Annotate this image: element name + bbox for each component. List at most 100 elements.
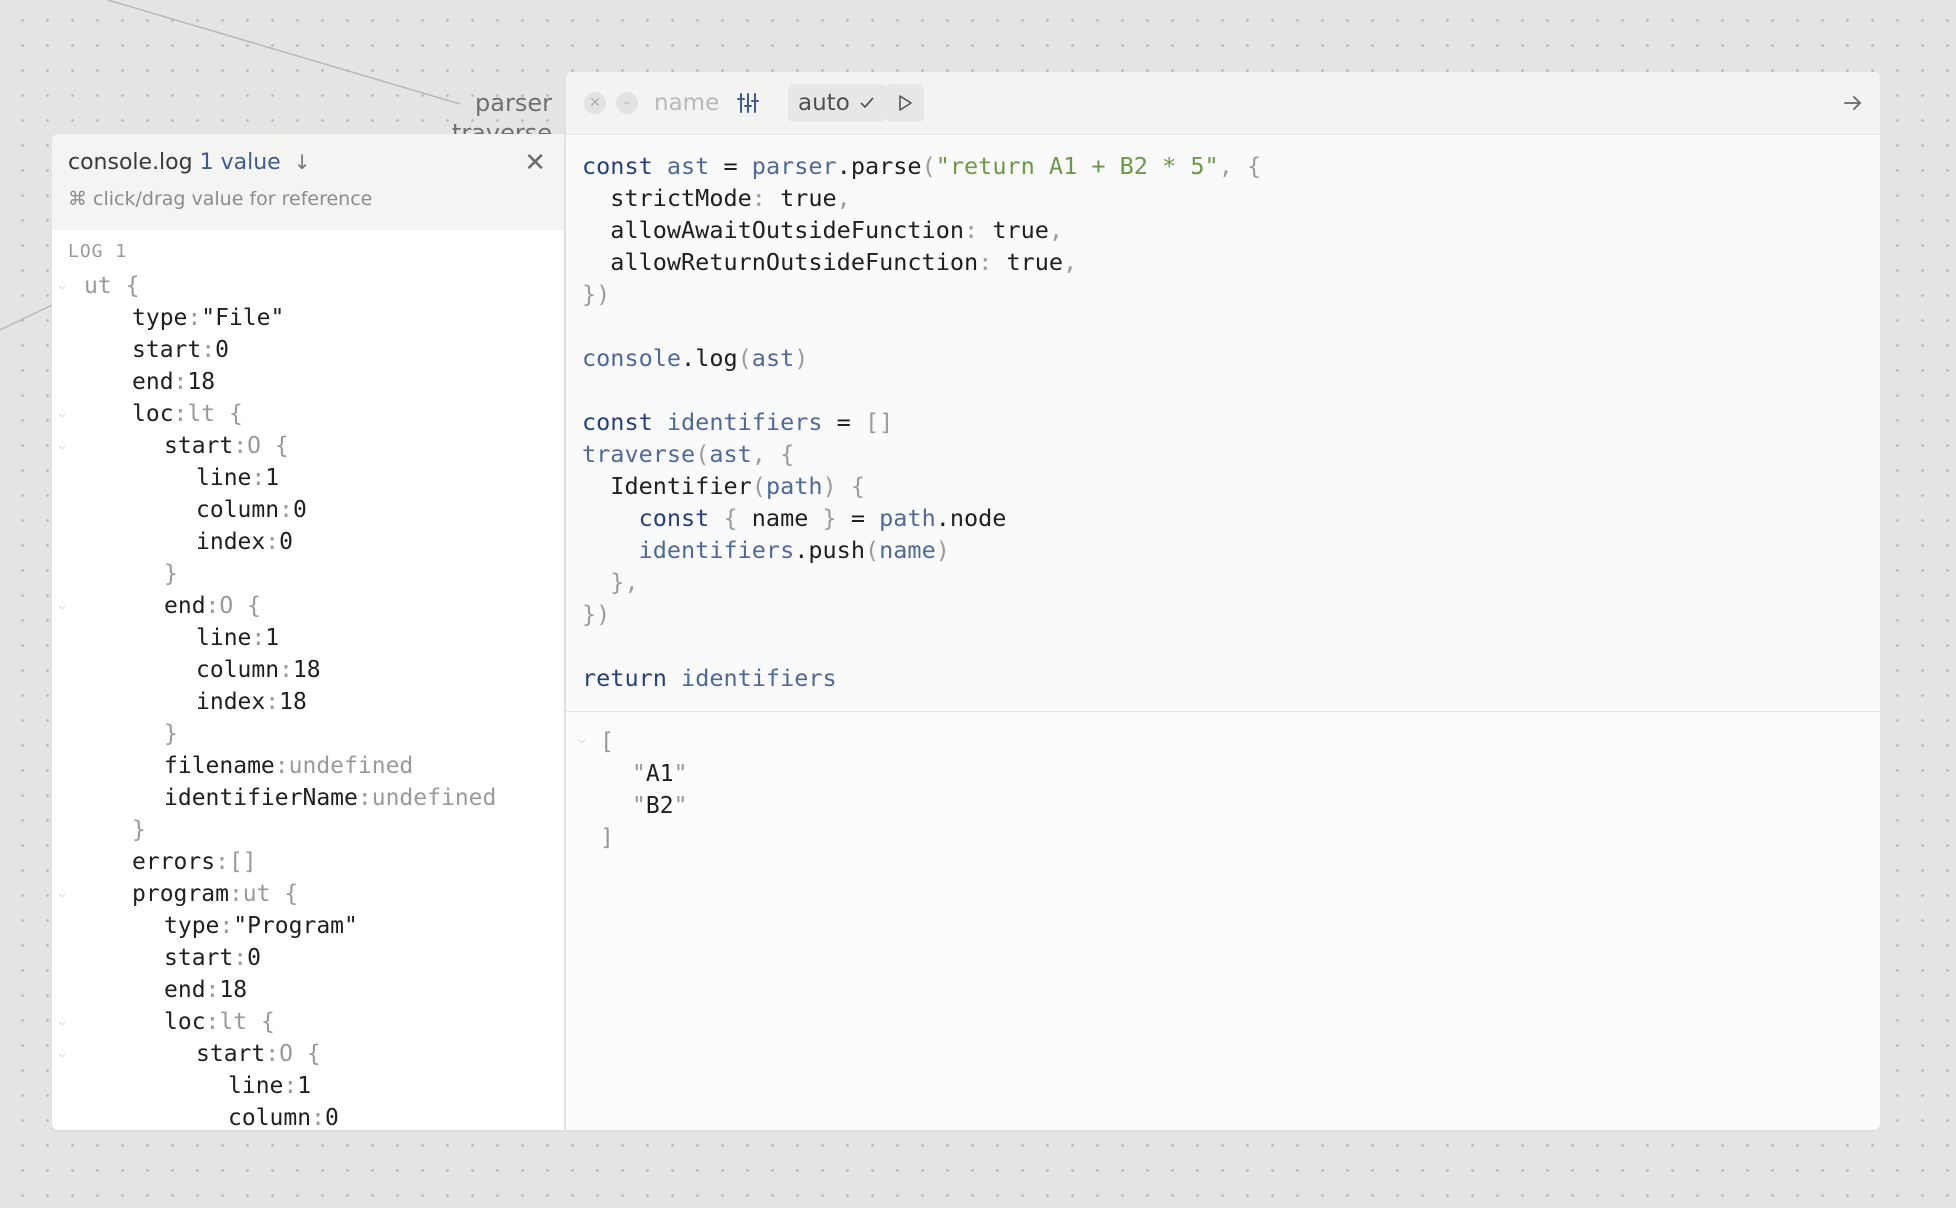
minimize-node-button[interactable]: –	[616, 72, 638, 134]
tree-key: column	[228, 1105, 312, 1130]
brace: }	[132, 817, 146, 843]
settings-button[interactable]	[736, 72, 760, 134]
console-title-text: console.log	[68, 150, 193, 175]
code-token: "return A1 + B2 * 5"	[935, 152, 1219, 180]
code-line: })	[582, 278, 610, 310]
code-line: Identifier(path) {	[582, 470, 865, 502]
code-token: , {	[1218, 152, 1262, 180]
collapse-toggle-icon[interactable]: ⌵	[58, 1038, 66, 1070]
tree-row[interactable]: type:"File"	[132, 302, 284, 334]
tree-key: end	[132, 369, 174, 395]
tree-number-value: 1	[265, 465, 280, 491]
arrow-down-icon[interactable]: ↓	[294, 150, 311, 174]
code-token: console	[582, 344, 682, 372]
tree-row[interactable]: errors:[]	[132, 846, 257, 878]
tree-row[interactable]: index:0	[196, 526, 293, 558]
tree-key: index	[196, 689, 266, 715]
colon: :	[205, 977, 220, 1003]
tree-row[interactable]: program:ut {	[132, 878, 298, 910]
tree-row[interactable]: identifierName:undefined	[164, 782, 496, 814]
code-token: },	[582, 568, 639, 596]
tree-row[interactable]: start:0	[132, 334, 229, 366]
tree-row[interactable]: line:1	[196, 622, 279, 654]
colon: :	[215, 849, 229, 875]
code-line: allowAwaitOutsideFunction: true,	[582, 214, 1063, 246]
tree-key: column	[196, 497, 280, 523]
tree-key: end	[164, 593, 206, 619]
colon: :	[233, 945, 248, 971]
tree-row[interactable]: ut {	[84, 270, 139, 302]
colon: :	[279, 657, 293, 683]
name-input[interactable]: name	[654, 72, 719, 134]
code-token: return	[582, 664, 682, 692]
code-token: allowAwaitOutsideFunction	[582, 216, 965, 244]
tree-row[interactable]: line:1	[228, 1070, 311, 1102]
collapse-toggle-icon[interactable]: ⌵	[578, 732, 586, 747]
tree-number-value: 0	[215, 337, 229, 363]
brace: {	[247, 593, 261, 619]
tree-row[interactable]: loc:lt {	[132, 398, 243, 430]
tree-key: column	[196, 657, 280, 683]
tree-row[interactable]: start:O {	[164, 430, 289, 462]
tree-number-value: 1	[265, 625, 280, 651]
close-icon[interactable]: ✕	[524, 150, 546, 176]
code-token: (	[751, 472, 766, 500]
tree-row[interactable]: start:0	[164, 942, 261, 974]
array-close: ]	[600, 825, 614, 851]
colon: :	[173, 369, 188, 395]
close-node-button[interactable]: ✕	[584, 72, 606, 134]
tree-type-name: lt	[187, 401, 216, 427]
tree-number-value: 1	[297, 1073, 312, 1099]
collapse-toggle-icon[interactable]: ⌵	[58, 590, 66, 622]
collapse-toggle-icon[interactable]: ⌵	[58, 398, 66, 430]
code-token: name	[751, 504, 809, 532]
code-token: }	[808, 504, 837, 532]
code-token: true	[992, 216, 1049, 244]
collapse-toggle-icon[interactable]: ⌵	[58, 430, 66, 462]
collapse-toggle-icon[interactable]: ⌵	[58, 270, 66, 302]
tree-key: line	[196, 625, 252, 651]
code-line: })	[582, 598, 610, 630]
tree-row[interactable]: column:0	[196, 494, 307, 526]
auto-run-button[interactable]: auto	[788, 84, 886, 122]
colon: :	[201, 337, 216, 363]
array-item[interactable]: "A1"	[632, 758, 687, 790]
tree-row[interactable]: end:18	[164, 974, 247, 1006]
tree-key: start	[164, 945, 234, 971]
tree-key: loc	[164, 1009, 206, 1035]
expand-button[interactable]	[1842, 72, 1864, 134]
code-line: console.log(ast)	[582, 342, 808, 374]
code-token: []	[864, 408, 894, 436]
code-line: identifiers.push(name)	[582, 534, 950, 566]
colon: :	[251, 625, 266, 651]
collapse-toggle-icon[interactable]: ⌵	[58, 1006, 66, 1038]
check-icon	[860, 97, 874, 109]
tree-row[interactable]: end:18	[132, 366, 215, 398]
code-token: true	[1006, 248, 1064, 276]
tree-row[interactable]: index:18	[196, 686, 307, 718]
code-token: ,	[1063, 248, 1078, 276]
tree-closing-brace: }	[164, 558, 178, 590]
tree-row[interactable]: end:O {	[164, 590, 261, 622]
brace: {	[274, 433, 289, 459]
value-count[interactable]: 1 value	[200, 150, 281, 175]
wire-traverse	[0, 304, 53, 331]
code-token: )	[794, 344, 809, 372]
array-item[interactable]: "B2"	[632, 790, 687, 822]
tree-row[interactable]: loc:lt {	[164, 1006, 275, 1038]
brace: {	[260, 1009, 275, 1035]
collapse-toggle-icon[interactable]: ⌵	[58, 878, 66, 910]
tree-row[interactable]: filename:undefined	[164, 750, 413, 782]
tree-type-name: ut	[84, 273, 112, 299]
tree-row[interactable]: column:18	[196, 654, 321, 686]
code-line: const identifiers = []	[582, 406, 893, 438]
tree-row[interactable]: column:0	[228, 1102, 339, 1130]
code-token: path	[765, 472, 823, 500]
tree-row[interactable]: start:O {	[196, 1038, 321, 1070]
code-token: true	[780, 184, 837, 212]
sliders-icon	[737, 93, 759, 113]
tree-row[interactable]: line:1	[196, 462, 279, 494]
colon: :	[228, 881, 243, 907]
run-button[interactable]	[886, 84, 924, 122]
tree-row[interactable]: type:"Program"	[164, 910, 358, 942]
